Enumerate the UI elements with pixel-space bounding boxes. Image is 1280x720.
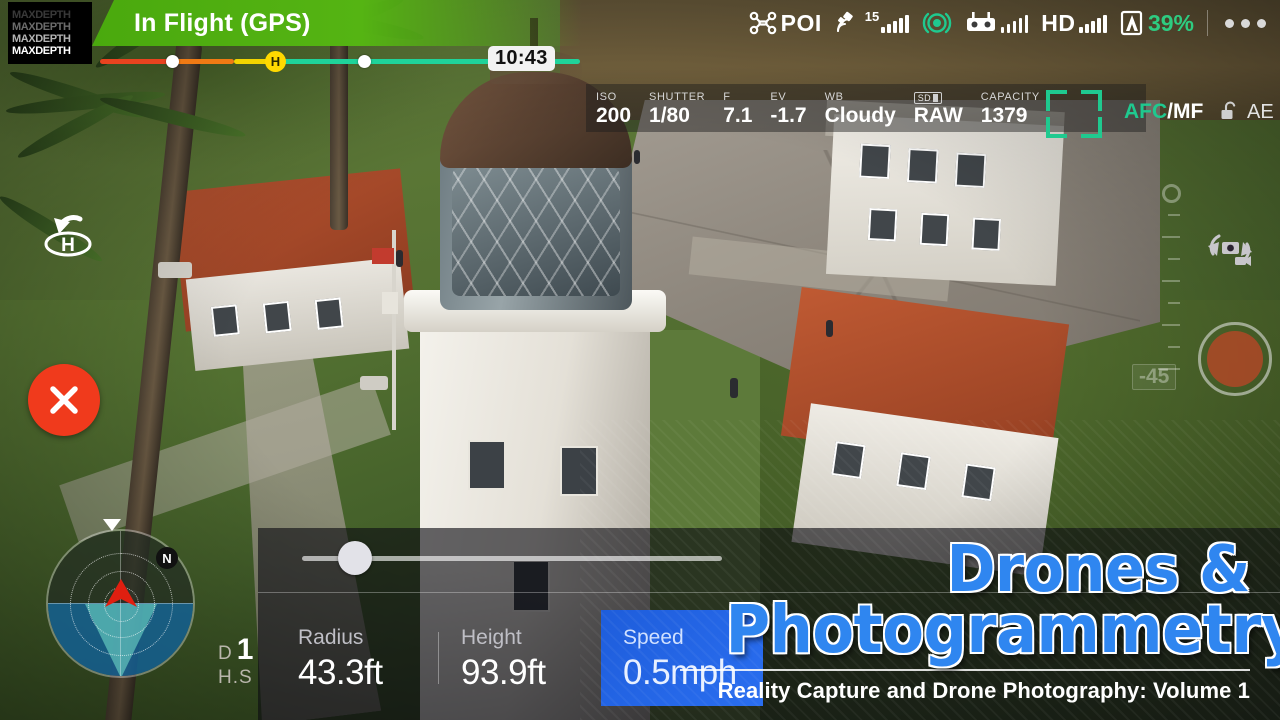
compass-heading-tick bbox=[103, 519, 121, 531]
top-status-bar: In Flight (GPS) MAXDEPTH MAXDEPTH MAXDEP… bbox=[0, 0, 1280, 64]
capacity-value: 1379 bbox=[980, 104, 1028, 127]
flight-status-label: In Flight (GPS) bbox=[134, 9, 311, 37]
battery-icon bbox=[1120, 10, 1143, 36]
metric-height[interactable]: Height 93.9ft bbox=[439, 610, 601, 706]
return-to-home-button[interactable]: H bbox=[40, 212, 96, 260]
camera-field-aperture[interactable]: F 7.1 bbox=[723, 91, 752, 127]
capacity-label: CAPACITY bbox=[980, 91, 1040, 103]
aperture-label: F bbox=[723, 91, 731, 103]
poi-indicator[interactable]: POI bbox=[749, 10, 822, 37]
battery-percent: 39% bbox=[1147, 9, 1194, 36]
camera-field-whitebalance[interactable]: WB Cloudy bbox=[825, 91, 896, 127]
unlock-icon bbox=[1221, 101, 1236, 119]
gps-signal-bars bbox=[881, 13, 909, 33]
ae-lock-button[interactable]: AE bbox=[1218, 100, 1274, 124]
shutter-label: SHUTTER bbox=[649, 91, 706, 103]
remote-controller-indicator[interactable] bbox=[965, 12, 1029, 34]
camera-field-storage[interactable]: SD RAW bbox=[913, 92, 963, 127]
wb-value: Cloudy bbox=[824, 104, 896, 127]
remote-controller-icon bbox=[966, 12, 995, 31]
shutter-value: 1/80 bbox=[649, 104, 690, 127]
metric-radius[interactable]: Radius 43.3ft bbox=[276, 610, 438, 706]
overflow-menu-button[interactable] bbox=[1221, 18, 1270, 28]
return-to-home-icon: H bbox=[44, 215, 92, 257]
close-icon bbox=[50, 386, 78, 414]
progress-waypoint-2[interactable] bbox=[358, 55, 371, 68]
aperture-value: 7.1 bbox=[723, 104, 753, 127]
poi-label: POI bbox=[780, 9, 822, 36]
flight-timer: 10:43 bbox=[488, 46, 555, 71]
sd-card-glyph bbox=[933, 94, 939, 102]
distance-readout: D 1 bbox=[218, 633, 253, 667]
radius-label: Radius bbox=[298, 626, 364, 649]
focus-mode-inactive: /MF bbox=[1167, 100, 1204, 123]
gps-satellite-indicator[interactable]: 15 bbox=[835, 8, 909, 35]
iso-label: ISO bbox=[596, 91, 617, 103]
title-line-2: Photogrammetry bbox=[725, 591, 1280, 668]
status-icon-group: POI 15 HD 39% bbox=[749, 0, 1270, 46]
hspeed-label: H.S bbox=[218, 667, 253, 688]
compass-north-badge: N bbox=[156, 547, 178, 569]
radius-value: 43.3ft bbox=[298, 653, 383, 692]
menu-dot-2 bbox=[1241, 18, 1250, 28]
focus-bracket-icon[interactable] bbox=[1046, 90, 1102, 138]
camera-field-capacity: CAPACITY 1379 bbox=[981, 91, 1040, 127]
camera-video-switch-icon bbox=[1208, 234, 1252, 266]
horizontal-speed-readout: H.S bbox=[218, 667, 253, 689]
sd-label: SD bbox=[917, 93, 932, 103]
camera-field-shutter[interactable]: SHUTTER 1/80 bbox=[649, 91, 705, 127]
rth-status-indicator[interactable] bbox=[922, 8, 952, 38]
course-title-overlay: Drones & Photogrammetry Reality Capture … bbox=[680, 538, 1280, 704]
menu-dot-3 bbox=[1257, 18, 1266, 28]
course-subtitle: Reality Capture and Drone Photography: V… bbox=[717, 678, 1250, 703]
ev-label: EV bbox=[770, 91, 787, 103]
drone-icon bbox=[749, 11, 776, 35]
hd-label: HD bbox=[1041, 9, 1076, 36]
camera-video-mode-switch[interactable] bbox=[1202, 224, 1258, 274]
satellite-count: 15 bbox=[864, 8, 880, 24]
iso-value: 200 bbox=[596, 104, 632, 127]
camera-field-iso[interactable]: ISO 200 bbox=[596, 91, 631, 127]
hd-signal-bars bbox=[1079, 13, 1107, 33]
watermark-line-4: MAXDEPTH bbox=[12, 45, 71, 57]
record-shutter-button[interactable] bbox=[1198, 322, 1272, 396]
svg-text:H: H bbox=[61, 235, 75, 256]
height-label: Height bbox=[461, 626, 522, 649]
height-value: 93.9ft bbox=[461, 653, 546, 692]
gimbal-pitch-scale[interactable] bbox=[1152, 184, 1181, 388]
focus-mode-toggle[interactable]: AFC/MF bbox=[1124, 100, 1203, 124]
left-telemetry-readout: D 1 H.S bbox=[218, 633, 253, 689]
battery-indicator[interactable]: 39% bbox=[1120, 10, 1194, 37]
rc-signal-bars bbox=[1000, 13, 1029, 33]
sd-card-badge: SD bbox=[913, 92, 943, 104]
focus-mode-active: AFC bbox=[1124, 100, 1168, 123]
status-divider bbox=[1207, 10, 1208, 36]
slider-thumb[interactable] bbox=[338, 541, 372, 575]
mission-speed-slider[interactable] bbox=[302, 541, 722, 575]
watermark-line-1: MAXDEPTH bbox=[12, 9, 71, 21]
cancel-mission-button[interactable] bbox=[28, 364, 100, 436]
ev-value: -1.7 bbox=[770, 104, 807, 127]
distance-value: 1 bbox=[236, 633, 254, 666]
watermark-line-3: MAXDEPTH bbox=[12, 33, 71, 45]
drone-flight-app: In Flight (GPS) MAXDEPTH MAXDEPTH MAXDEP… bbox=[0, 0, 1280, 720]
wb-label: WB bbox=[824, 91, 844, 103]
satellite-icon bbox=[836, 11, 853, 32]
record-button bbox=[1207, 331, 1263, 387]
format-value: RAW bbox=[913, 104, 963, 127]
ae-lock-label: AE bbox=[1247, 100, 1274, 123]
gimbal-scale-hub bbox=[1162, 184, 1181, 203]
home-point-marker[interactable]: H bbox=[265, 51, 286, 72]
distance-label: D bbox=[218, 643, 233, 664]
title-rule bbox=[680, 669, 1250, 671]
rth-radar-icon bbox=[922, 12, 951, 34]
watermark-line-2: MAXDEPTH bbox=[12, 21, 71, 33]
maxdepth-watermark: MAXDEPTH MAXDEPTH MAXDEPTH MAXDEPTH bbox=[8, 2, 92, 64]
gimbal-pitch-value: -45 bbox=[1132, 364, 1177, 390]
menu-dot-1 bbox=[1225, 18, 1234, 28]
aircraft-heading-arrow bbox=[104, 579, 137, 608]
progress-waypoint-1[interactable] bbox=[166, 55, 179, 68]
video-downlink-indicator[interactable]: HD bbox=[1041, 10, 1107, 37]
camera-field-ev[interactable]: EV -1.7 bbox=[770, 91, 806, 127]
